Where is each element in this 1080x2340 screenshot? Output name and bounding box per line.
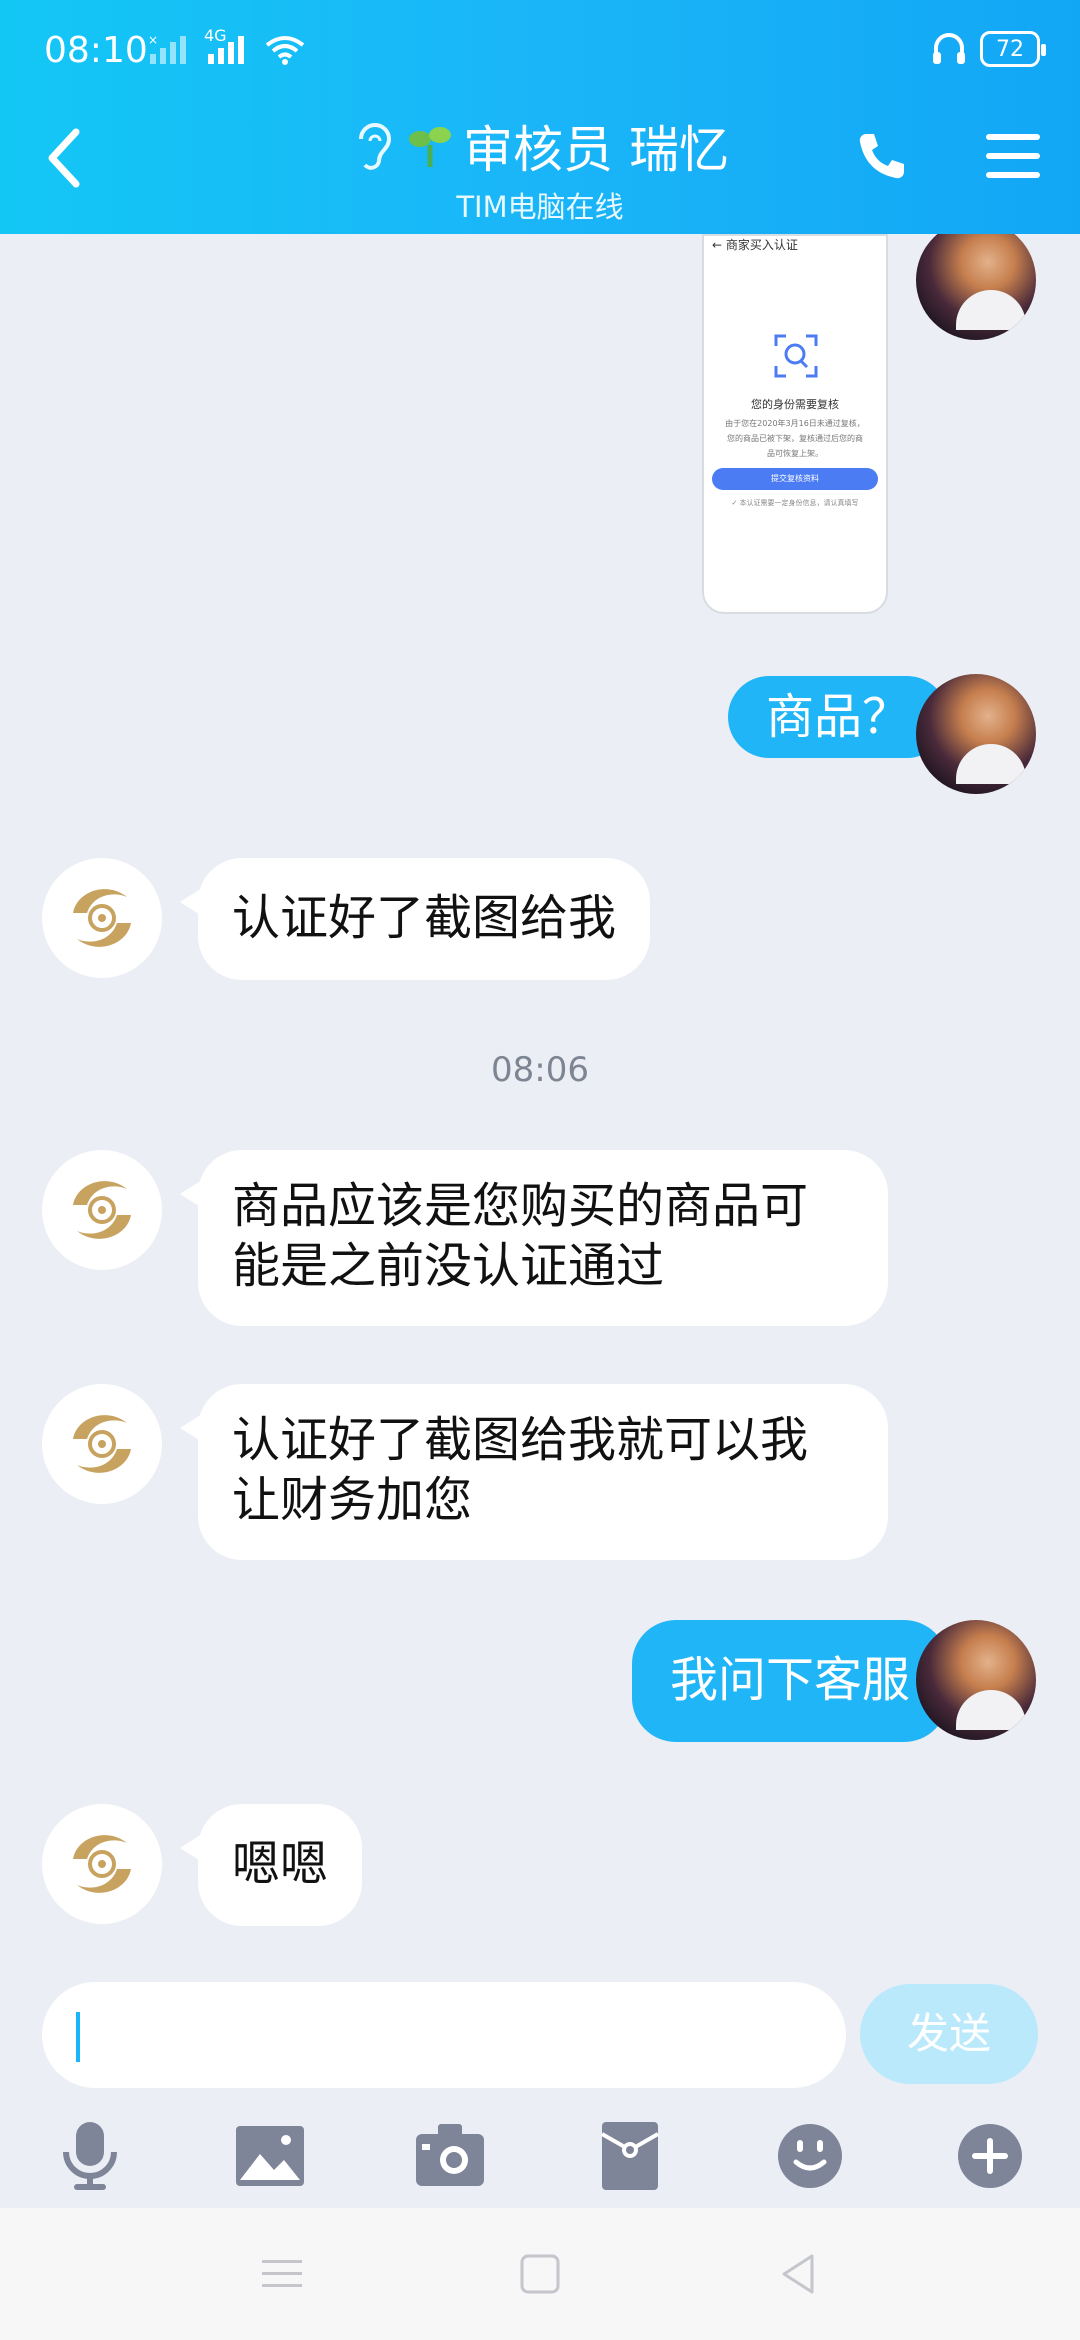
message-text: 商品？ <box>765 689 910 745</box>
chat-subtitle: TIM电脑在线 <box>456 190 624 224</box>
phone-icon <box>859 134 904 179</box>
emoji-icon <box>778 2124 842 2188</box>
contact-logo-icon <box>60 1168 144 1252</box>
message-text: 认证好了截图给我 <box>232 890 617 946</box>
chat-title: 审核员 瑞忆 <box>463 121 729 179</box>
headset-icon <box>933 33 965 64</box>
message-text: 认证好了截图给我就可以我让财务加您 <box>232 1412 809 1528</box>
message-bubble-in[interactable]: 嗯嗯 <box>179 1804 363 1926</box>
battery-indicator: 72 <box>980 31 1046 67</box>
screenshot-footer: ✓ 本认证需要一定身份信息，请认真填写 <box>731 499 859 507</box>
avatar-contact[interactable] <box>42 1804 162 1924</box>
system-navigation-bar <box>0 2208 1080 2340</box>
network-signal: 4G <box>204 26 250 66</box>
contact-logo-icon <box>60 876 144 960</box>
nav-back-button[interactable] <box>770 2246 826 2302</box>
screenshot-button: 提交复核资料 <box>712 468 878 490</box>
avatar-self[interactable] <box>916 674 1036 794</box>
emoji-button[interactable] <box>770 2116 850 2196</box>
signal-icon: × <box>148 34 186 64</box>
square-icon <box>520 2254 560 2294</box>
message-text: 我问下客服 <box>669 1652 910 1708</box>
message-bubble-in[interactable]: 认证好了截图给我就可以我让财务加您 <box>180 1384 888 1560</box>
voice-call-button[interactable] <box>854 128 910 184</box>
red-packet-button[interactable] <box>590 2116 670 2196</box>
message-bubble-out[interactable]: 我问下客服 <box>631 1620 967 1742</box>
avatar-contact[interactable] <box>42 1150 162 1270</box>
battery-level: 72 <box>996 36 1024 62</box>
message-text: 嗯嗯 <box>232 1836 329 1892</box>
nav-menu-button[interactable] <box>254 2246 310 2302</box>
microphone-icon <box>63 2122 117 2190</box>
avatar-contact[interactable] <box>42 1384 162 1504</box>
wifi-icon <box>265 36 305 65</box>
plus-icon <box>958 2124 1022 2188</box>
more-menu-button[interactable] <box>986 132 1040 180</box>
image-icon <box>236 2126 304 2186</box>
avatar-self[interactable] <box>916 1620 1036 1740</box>
send-button[interactable]: 发送 <box>860 1984 1038 2084</box>
image-button[interactable] <box>230 2116 310 2196</box>
screenshot-header: ← 商家买入认证 <box>712 238 798 252</box>
message-input[interactable] <box>42 1982 846 2088</box>
avatar-contact[interactable] <box>42 858 162 978</box>
message-text: 商品应该是您购买的商品可能是之前没认证通过 <box>232 1178 809 1294</box>
more-options-button[interactable] <box>950 2116 1030 2196</box>
svg-text:×: × <box>148 34 158 47</box>
status-icons: × 4G <box>148 26 306 66</box>
status-time: 08:10 <box>44 30 148 71</box>
message-bubble-in[interactable]: 商品应该是您购买的商品可能是之前没认证通过 <box>180 1150 888 1326</box>
menu-lines-icon <box>262 2260 302 2287</box>
input-bar: 发送 <box>0 1968 1080 2208</box>
status-right: 72 <box>930 30 1046 68</box>
sprout-icon <box>409 127 452 167</box>
screenshot-description: 由于您在2020年3月16日未通过复核，您的商品已被下架，复核通过后您的商品可恢… <box>725 419 865 458</box>
scan-search-icon <box>774 334 818 378</box>
chat-title-area[interactable]: 审核员 瑞忆 TIM电脑在线 <box>0 110 1080 226</box>
contact-logo-icon <box>60 1402 144 1486</box>
camera-icon <box>416 2124 484 2186</box>
shared-screenshot[interactable]: ← 商家买入认证 您的身份需要复核 由于您在2020年3月16日未通过复核，您的… <box>702 234 888 614</box>
message-timestamp: 08:06 <box>491 1050 589 1090</box>
voice-input-button[interactable] <box>50 2116 130 2196</box>
camera-button[interactable] <box>410 2116 490 2196</box>
chat-header: 08:10 × 4G 72 审核员 瑞忆 TIM电脑在线 <box>0 0 1080 234</box>
red-packet-icon <box>601 2122 659 2190</box>
status-bar: 08:10 × 4G 72 <box>44 26 1046 76</box>
contact-logo-icon <box>60 1822 144 1906</box>
ear-icon[interactable] <box>351 119 397 173</box>
text-caret <box>76 2012 80 2062</box>
network-type: 4G <box>204 26 227 45</box>
hamburger-icon <box>986 134 1040 178</box>
triangle-back-icon <box>782 2254 814 2294</box>
message-bubble-in[interactable]: 认证好了截图给我 <box>179 858 651 980</box>
nav-home-button[interactable] <box>512 2246 568 2302</box>
chat-area[interactable]: ← 商家买入认证 您的身份需要复核 由于您在2020年3月16日未通过复核，您的… <box>0 234 1080 1968</box>
avatar-self[interactable] <box>916 234 1036 340</box>
input-toolbar <box>0 2116 1080 2202</box>
message-bubble-out[interactable]: 商品？ <box>727 676 967 758</box>
screenshot-title: 您的身份需要复核 <box>751 398 839 411</box>
